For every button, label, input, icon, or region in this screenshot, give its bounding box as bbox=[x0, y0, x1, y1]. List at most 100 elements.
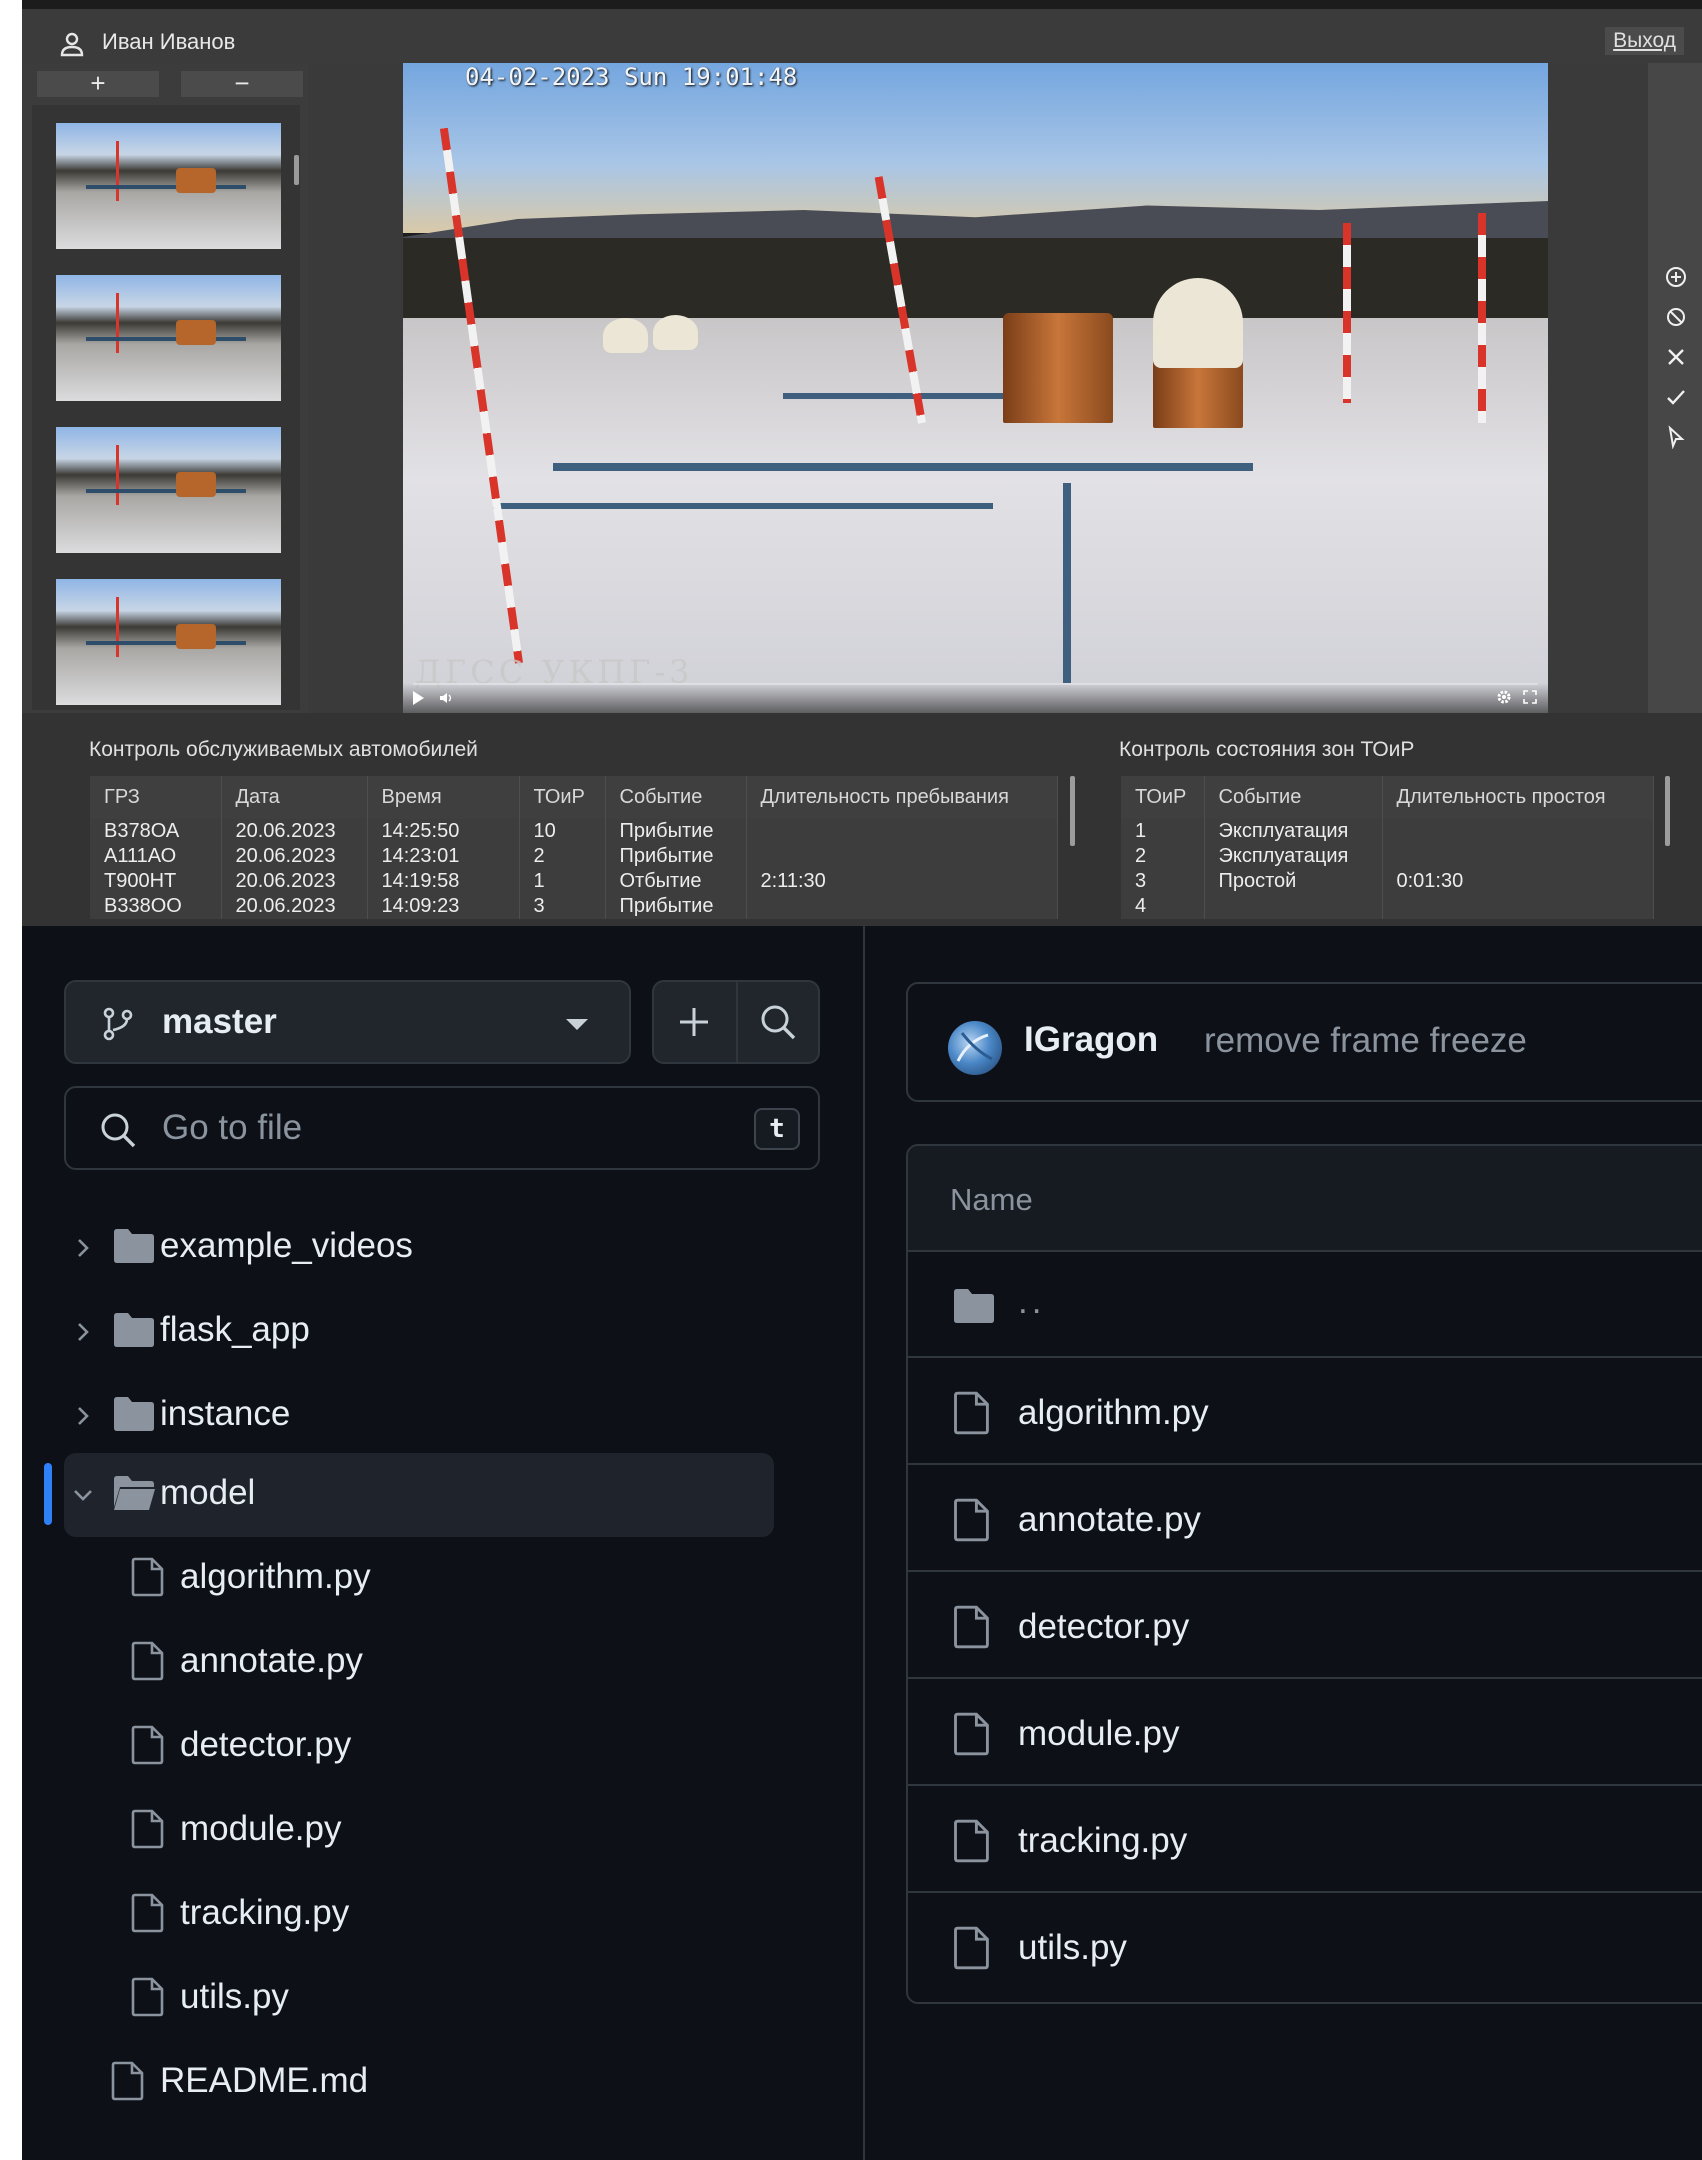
table-cell: 3 bbox=[519, 894, 606, 919]
table-row[interactable]: 3 Простой 0:01:30 bbox=[1121, 869, 1654, 894]
tree-item-label: module.py bbox=[180, 1809, 342, 1848]
parent-directory-link[interactable]: .. bbox=[1018, 1282, 1045, 1322]
fullscreen-icon[interactable] bbox=[1522, 689, 1538, 705]
tree-item-model[interactable]: model bbox=[64, 1453, 774, 1537]
file-row-detector-py[interactable]: detector.py bbox=[908, 1573, 1702, 1679]
tree-item-label: utils.py bbox=[180, 1977, 289, 2016]
column-header[interactable]: Время bbox=[367, 776, 520, 819]
table-cell: 14:19:58 bbox=[367, 869, 520, 894]
volume-icon[interactable] bbox=[439, 691, 453, 705]
table-row[interactable]: В338ОО 20.06.2023 14:09:23 3 Прибытие bbox=[90, 894, 1058, 919]
column-header[interactable]: ТОиР bbox=[1121, 776, 1205, 819]
camera-thumbnail[interactable] bbox=[56, 579, 281, 705]
file-link[interactable]: module.py bbox=[1018, 1714, 1179, 1754]
table-row[interactable]: 1 Эксплуатация bbox=[1121, 819, 1654, 844]
file-row-tracking-py[interactable]: tracking.py bbox=[908, 1787, 1702, 1893]
camera-item[interactable] bbox=[38, 567, 288, 710]
column-header[interactable]: Дата bbox=[221, 776, 368, 819]
column-header[interactable]: ГРЗ bbox=[90, 776, 222, 819]
camera-thumbnail[interactable] bbox=[56, 275, 281, 401]
cars-table-scrollbar[interactable] bbox=[1070, 776, 1075, 846]
cursor-icon[interactable] bbox=[1664, 425, 1688, 449]
chevron-down-icon[interactable] bbox=[72, 1484, 94, 1506]
cars-panel-title: Контроль обслуживаемых автомобилей bbox=[89, 738, 478, 761]
file-row-annotate-py[interactable]: annotate.py bbox=[908, 1466, 1702, 1572]
add-file-button[interactable] bbox=[654, 982, 736, 1062]
block-icon[interactable] bbox=[1664, 305, 1688, 329]
table-header-row: ГРЗ Дата Время ТОиР Событие Длительность… bbox=[90, 776, 1058, 819]
play-icon[interactable] bbox=[413, 691, 424, 705]
pane-divider[interactable] bbox=[863, 926, 865, 2160]
tree-item-tracking-py[interactable]: tracking.py bbox=[64, 1873, 774, 1957]
video-progress-bar[interactable] bbox=[413, 683, 1538, 685]
check-icon[interactable] bbox=[1664, 385, 1688, 409]
top-bar: Иван Иванов Выход bbox=[22, 0, 1702, 63]
thumbnail-scrollbar[interactable] bbox=[294, 155, 299, 185]
table-row[interactable]: Т900НТ 20.06.2023 14:19:58 1 Отбытие 2:1… bbox=[90, 869, 1058, 894]
table-row[interactable]: А111АО 20.06.2023 14:23:01 2 Прибытие bbox=[90, 844, 1058, 869]
column-header[interactable]: Длительность простоя bbox=[1382, 776, 1654, 819]
remove-camera-button[interactable]: − bbox=[181, 70, 303, 97]
tree-item-label: algorithm.py bbox=[180, 1557, 371, 1596]
file-link[interactable]: annotate.py bbox=[1018, 1500, 1201, 1540]
chevron-right-icon[interactable] bbox=[72, 1321, 94, 1343]
file-row-module-py[interactable]: module.py bbox=[908, 1680, 1702, 1786]
branch-selector[interactable]: master bbox=[64, 980, 631, 1064]
tree-item-flask-app[interactable]: flask_app bbox=[64, 1290, 774, 1374]
file-link[interactable]: detector.py bbox=[1018, 1607, 1189, 1647]
file-row-algorithm-py[interactable]: algorithm.py bbox=[908, 1359, 1702, 1465]
camera-thumbnail[interactable] bbox=[56, 123, 281, 249]
column-header[interactable]: Событие bbox=[1204, 776, 1383, 819]
avatar[interactable] bbox=[948, 1021, 1002, 1075]
camera-item[interactable] bbox=[38, 111, 288, 261]
file-link[interactable]: utils.py bbox=[1018, 1928, 1127, 1968]
file-row-utils-py[interactable]: utils.py bbox=[908, 1894, 1702, 2000]
tree-item-example-videos[interactable]: example_videos bbox=[64, 1206, 774, 1290]
commit-author[interactable]: IGragon bbox=[1024, 1020, 1158, 1060]
gear-icon[interactable] bbox=[1496, 689, 1512, 705]
column-header[interactable]: Событие bbox=[605, 776, 747, 819]
add-camera-button[interactable]: + bbox=[37, 70, 159, 97]
commit-message[interactable]: remove frame freeze bbox=[1204, 1021, 1527, 1061]
chevron-right-icon[interactable] bbox=[72, 1405, 94, 1427]
file-link[interactable]: tracking.py bbox=[1018, 1821, 1187, 1861]
table-row[interactable]: 4 bbox=[1121, 894, 1654, 919]
tree-item-detector-py[interactable]: detector.py bbox=[64, 1705, 774, 1789]
column-header[interactable]: ТОиР bbox=[519, 776, 606, 819]
tree-item-annotate-py[interactable]: annotate.py bbox=[64, 1621, 774, 1705]
table-row[interactable]: 2 Эксплуатация bbox=[1121, 844, 1654, 869]
table-cell: 1 bbox=[1121, 819, 1205, 844]
go-to-file-input[interactable] bbox=[160, 1104, 720, 1152]
file-link[interactable]: algorithm.py bbox=[1018, 1393, 1209, 1433]
table-header-row: ТОиР Событие Длительность простоя bbox=[1121, 776, 1654, 819]
logout-button[interactable]: Выход bbox=[1605, 27, 1684, 55]
event-cell bbox=[1204, 894, 1383, 919]
video-player[interactable]: 04-02-2023 Sun 19:01:48 ДГСС УКПГ-3 bbox=[403, 63, 1548, 713]
table-cell: 14:09:23 bbox=[367, 894, 520, 919]
zones-table-scrollbar[interactable] bbox=[1665, 776, 1670, 846]
table-cell: В378ОА bbox=[90, 819, 222, 844]
tree-item-label: instance bbox=[160, 1394, 291, 1433]
table-cell: В338ОО bbox=[90, 894, 222, 919]
video-scene-mast bbox=[1478, 213, 1486, 423]
event-cell: Отбытие bbox=[605, 869, 747, 894]
tree-item-module-py[interactable]: module.py bbox=[64, 1789, 774, 1873]
zoom-in-icon[interactable] bbox=[1664, 265, 1688, 289]
table-cell: 2:11:30 bbox=[746, 869, 1058, 894]
tree-item-utils-py[interactable]: utils.py bbox=[64, 1957, 774, 2041]
table-cell: 0:01:30 bbox=[1382, 869, 1654, 894]
camera-thumbnail-list[interactable] bbox=[32, 105, 300, 710]
search-button[interactable] bbox=[738, 982, 820, 1062]
table-cell bbox=[1382, 894, 1654, 919]
column-header[interactable]: Длительность пребывания bbox=[746, 776, 1058, 819]
close-icon[interactable] bbox=[1664, 345, 1688, 369]
camera-item[interactable] bbox=[38, 415, 288, 565]
camera-thumbnail[interactable] bbox=[56, 427, 281, 553]
tree-item-instance[interactable]: instance bbox=[64, 1374, 774, 1458]
tree-item-readme-md[interactable]: README.md bbox=[64, 2041, 774, 2125]
parent-directory-row[interactable]: .. bbox=[908, 1252, 1702, 1358]
table-row[interactable]: В378ОА 20.06.2023 14:25:50 10 Прибытие bbox=[90, 819, 1058, 844]
tree-item-algorithm-py[interactable]: algorithm.py bbox=[64, 1537, 774, 1621]
chevron-right-icon[interactable] bbox=[72, 1237, 94, 1259]
camera-item[interactable] bbox=[38, 263, 288, 413]
